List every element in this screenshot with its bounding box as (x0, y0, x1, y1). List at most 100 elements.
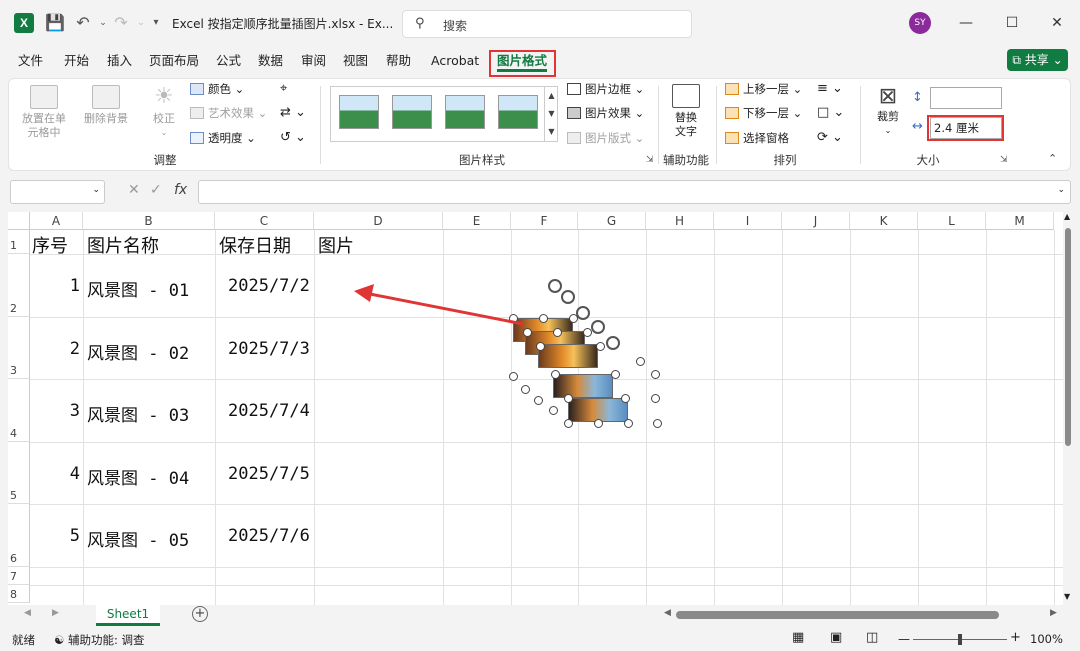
vertical-scrollbar[interactable]: ▲ ▼ (1063, 212, 1073, 605)
picture-layout-button[interactable]: 图片版式 ⌄ (567, 129, 644, 147)
page-layout-view-icon[interactable]: ▣ (830, 630, 842, 645)
bring-forward-button[interactable]: 上移一层 ⌄ (725, 80, 802, 98)
tab-acrobat[interactable]: Acrobat (431, 52, 479, 72)
scroll-down-icon[interactable]: ▼ (1064, 592, 1070, 601)
gallery-more-icon[interactable]: ▼ (544, 123, 558, 141)
page-break-view-icon[interactable]: ◫ (866, 630, 878, 645)
horizontal-scroll-thumb[interactable] (676, 611, 999, 619)
zoom-level[interactable]: 100% (1030, 632, 1063, 646)
height-input[interactable] (930, 87, 1002, 109)
avatar[interactable]: SY (909, 12, 931, 34)
prev-sheet-icon[interactable]: ◀ (24, 608, 31, 618)
send-backward-button[interactable]: 下移一层 ⌄ (725, 104, 802, 122)
tab-data[interactable]: 数据 (258, 52, 283, 72)
picture-layout-icon (567, 132, 581, 144)
share-button[interactable]: ⧉ 共享 ⌄ (1007, 49, 1068, 71)
compress-pictures-icon[interactable]: ⌖ (280, 80, 287, 98)
size-dialog-launcher-icon[interactable]: ⇲ (1000, 155, 1008, 165)
tab-view[interactable]: 视图 (343, 52, 368, 72)
accessibility-status-label: 辅助功能: 调查 (67, 633, 145, 647)
bring-forward-icon (725, 83, 739, 95)
send-backward-label: 下移一层 (743, 106, 789, 120)
add-sheet-icon[interactable]: + (192, 606, 208, 622)
vertical-scroll-thumb[interactable] (1065, 228, 1071, 446)
sheet-tab-sheet1[interactable]: Sheet1 (96, 604, 160, 626)
tab-highlight-box (489, 50, 556, 77)
artistic-effects-button[interactable]: 艺术效果 ⌄ (190, 104, 267, 122)
tab-review[interactable]: 审阅 (301, 52, 326, 72)
place-in-cell-label: 放置在单元格中 (22, 112, 66, 139)
chevron-down-icon: ⌄ (1057, 185, 1065, 195)
color-icon (190, 83, 204, 95)
normal-view-icon[interactable]: ▦ (792, 630, 804, 645)
place-in-cell-button[interactable]: 放置在单元格中 (18, 85, 70, 140)
change-picture-icon[interactable]: ⇄ ⌄ (280, 104, 306, 122)
tab-formulas[interactable]: 公式 (216, 52, 241, 72)
selection-pane-label: 选择窗格 (743, 131, 789, 145)
picture-style-4[interactable] (498, 95, 538, 129)
align-icon[interactable]: ≡ ⌄ (817, 80, 843, 98)
zoom-in-icon[interactable]: + (1010, 630, 1021, 645)
alt-text-icon (672, 84, 700, 108)
search-box[interactable]: ⚲ 搜索 (402, 10, 692, 38)
crop-label: 裁剪 (877, 110, 899, 123)
alt-text-button[interactable]: 替换 文字 (668, 84, 704, 139)
dialog-launcher-icon[interactable]: ⇲ (646, 155, 654, 165)
sun-icon: ☀ (154, 84, 174, 109)
worksheet-grid[interactable]: A B C D E F G H I J K L M 1 2 3 4 5 6 7 … (8, 212, 1063, 605)
name-box[interactable]: ⌄ (10, 180, 105, 204)
accessibility-status[interactable]: ☯ 辅助功能: 调查 (54, 632, 145, 648)
alt-text-label-1: 替换 (675, 111, 697, 124)
insert-function-icon[interactable]: fx (174, 182, 187, 198)
undo-icon[interactable]: ↶ (72, 12, 94, 34)
picture-effects-button[interactable]: 图片效果 ⌄ (567, 104, 644, 122)
picture-border-label: 图片边框 (585, 82, 631, 96)
annotation-arrow (354, 284, 524, 326)
zoom-slider-thumb[interactable] (958, 634, 962, 645)
accessibility-group-label: 辅助功能 (663, 153, 709, 167)
selection-pane-icon (725, 132, 739, 144)
zoom-out-icon[interactable]: — (898, 632, 910, 646)
artistic-effects-icon (190, 107, 204, 119)
picture-style-3[interactable] (445, 95, 485, 129)
crop-button[interactable]: ⊠ 裁剪 ⌄ (870, 84, 906, 138)
minimize-icon[interactable]: — (955, 12, 977, 34)
group-icon[interactable]: □ ⌄ (817, 104, 844, 122)
remove-background-button[interactable]: 删除背景 (80, 85, 132, 126)
chevron-down-icon: ⌄ (92, 185, 100, 195)
window-title: Excel 按指定顺序批量插图片.xlsx - Ex... (172, 17, 394, 31)
scroll-up-icon[interactable]: ▲ (1064, 212, 1070, 221)
next-sheet-icon[interactable]: ▶ (52, 608, 59, 618)
color-button[interactable]: 颜色 ⌄ (190, 80, 244, 98)
tab-help[interactable]: 帮助 (386, 52, 411, 72)
tab-page-layout[interactable]: 页面布局 (149, 52, 199, 72)
gallery-down-icon[interactable]: ▼ (544, 105, 558, 123)
maximize-icon[interactable]: ☐ (1001, 12, 1023, 34)
corrections-button[interactable]: ☀ 校正 ⌄ (144, 85, 184, 140)
arrange-group-label: 排列 (773, 153, 797, 167)
tab-insert[interactable]: 插入 (107, 52, 132, 72)
redo-icon[interactable]: ↷ (110, 12, 132, 34)
scroll-left-icon[interactable]: ◀ (664, 608, 671, 618)
tab-file[interactable]: 文件 (18, 52, 43, 72)
reset-picture-icon[interactable]: ↺ ⌄ (280, 129, 306, 147)
picture-border-button[interactable]: 图片边框 ⌄ (567, 80, 644, 98)
ribbon-separator (320, 86, 321, 164)
picture-style-1[interactable] (339, 95, 379, 129)
enter-icon[interactable]: ✓ (150, 182, 162, 198)
formula-input[interactable]: ⌄ (198, 180, 1071, 204)
transparency-button[interactable]: 透明度 ⌄ (190, 129, 256, 147)
tab-home[interactable]: 开始 (64, 52, 89, 72)
picture-style-2[interactable] (392, 95, 432, 129)
rotate-icon[interactable]: ⟳ ⌄ (817, 129, 843, 147)
save-icon[interactable]: 💾 (44, 12, 66, 34)
selection-pane-button[interactable]: 选择窗格 (725, 129, 789, 147)
customize-toolbar-icon[interactable]: ▾ (145, 12, 167, 34)
corrections-label: 校正 (153, 112, 175, 125)
width-icon: ↔ (912, 119, 923, 134)
close-icon[interactable]: ✕ (1046, 12, 1068, 34)
scroll-right-icon[interactable]: ▶ (1050, 608, 1057, 618)
collapse-ribbon-icon[interactable]: ⌃ (1048, 152, 1057, 165)
gallery-up-icon[interactable]: ▲ (544, 87, 558, 105)
cancel-icon[interactable]: ✕ (128, 182, 140, 198)
